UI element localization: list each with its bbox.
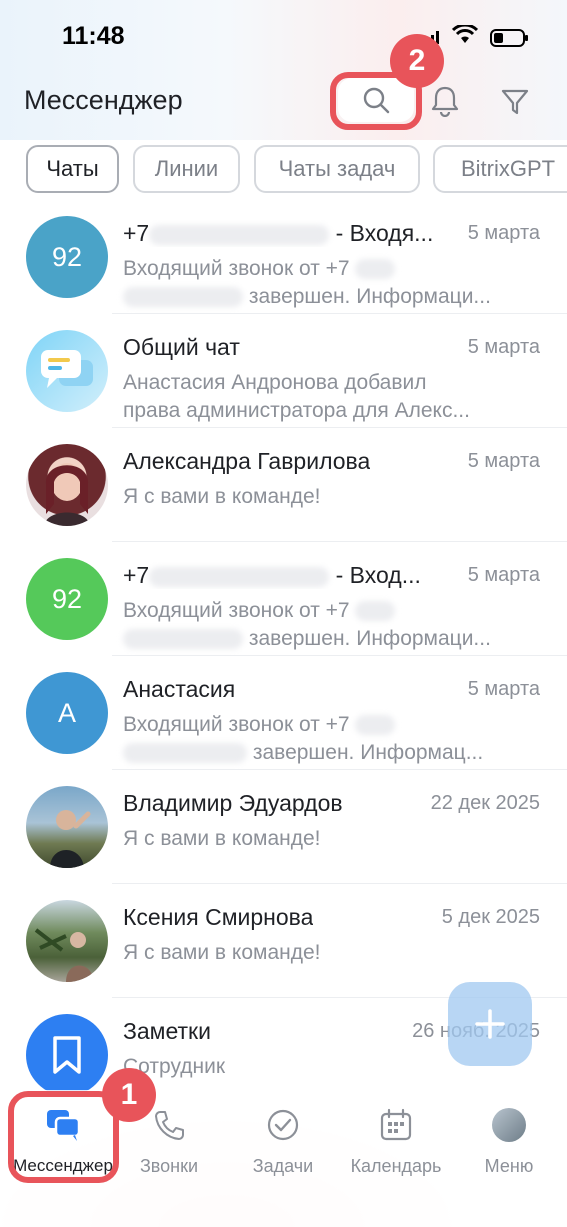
chat-row[interactable]: Общий чат 5 марта Анастасия Андронова до… [0, 314, 567, 428]
chat-preview: Входящий звонок от +7 завершен. Информац… [123, 599, 491, 650]
chat-date: 5 марта [467, 336, 540, 358]
chat-preview: Я с вами в команде! [123, 941, 321, 964]
chat-date: 5 марта [467, 450, 540, 472]
chat-date: 5 марта [467, 222, 540, 244]
bookmark-icon [53, 1036, 81, 1074]
annotation-badge-2: 2 [390, 34, 444, 88]
chat-name: Александра Гаврилова [123, 448, 371, 474]
chat-name: Ксения Смирнова [123, 904, 314, 930]
chat-row[interactable]: Александра Гаврилова 5 марта Я с вами в … [0, 428, 567, 542]
nav-calendar[interactable]: Календарь [341, 1102, 451, 1182]
chat-name: Анастасия [123, 676, 236, 702]
nav-tasks[interactable]: Задачи [228, 1102, 338, 1182]
annotation-badge-1: 1 [102, 1068, 156, 1122]
tab-chats[interactable]: Чаты [26, 145, 119, 193]
chat-date: 5 марта [467, 564, 540, 586]
header: Мессенджер [0, 70, 567, 135]
wifi-icon [452, 25, 478, 43]
calendar-icon [380, 1108, 412, 1141]
nav-label: Меню [484, 1156, 534, 1176]
bell-icon[interactable] [430, 85, 460, 117]
status-time: 11:48 [62, 22, 125, 50]
phone-icon [155, 1111, 184, 1140]
chat-name: Владимир Эдуардов [123, 790, 343, 816]
new-chat-button[interactable] [448, 982, 532, 1066]
avatar: А [26, 672, 108, 754]
avatar [26, 900, 108, 982]
chat-preview: Анастасия Андронова добавил права админис… [123, 371, 470, 422]
filter-icon[interactable] [500, 87, 530, 117]
chat-row[interactable]: Ксения Смирнова 5 дек 2025 Я с вами в ко… [0, 884, 567, 998]
avatar [26, 444, 108, 526]
nav-menu[interactable]: Меню [454, 1102, 564, 1182]
user-photo-icon [44, 463, 90, 526]
chat-date: 5 марта [467, 678, 540, 700]
status-bar: 11:48 [0, 0, 567, 70]
chat-date: 22 дек 2025 [430, 792, 540, 814]
user-photo-icon [34, 928, 94, 982]
chat-name: Общий чат [123, 334, 240, 360]
plus-icon [475, 1009, 505, 1039]
filter-tabs: Чаты Линии Чаты задач BitrixGPT [0, 145, 567, 195]
avatar [26, 786, 108, 868]
battery-icon [490, 29, 528, 47]
chat-name: +7 - Входя... [123, 220, 434, 246]
chat-preview: Входящий звонок от +7 завершен. Информац… [123, 713, 484, 764]
avatar: 92 [26, 216, 108, 298]
chat-bubbles-icon [41, 350, 93, 388]
user-photo-icon [50, 810, 91, 868]
chat-date: 5 дек 2025 [441, 906, 540, 928]
chat-name: Заметки [123, 1018, 211, 1044]
chat-row[interactable]: А Анастасия 5 марта Входящий звонок от +… [0, 656, 567, 770]
tab-bitrixgpt[interactable]: BitrixGPT [433, 145, 567, 193]
chat-preview: Входящий звонок от +7 завершен. Информац… [123, 257, 491, 308]
nav-label: Звонки [139, 1156, 199, 1176]
chat-name: +7 - Вход... [123, 562, 421, 588]
avatar: 92 [26, 558, 108, 640]
chat-preview: Я с вами в команде! [123, 485, 321, 508]
avatar [26, 1014, 108, 1096]
check-circle-icon [267, 1109, 299, 1141]
avatar-icon [492, 1108, 526, 1142]
nav-label: Задачи [252, 1156, 314, 1176]
tab-task-chats[interactable]: Чаты задач [254, 145, 420, 193]
chat-row[interactable]: 92 +7 - Вход... 5 марта Входящий звонок … [0, 542, 567, 656]
chat-row[interactable]: Владимир Эдуардов 22 дек 2025 Я с вами в… [0, 770, 567, 884]
page-title: Мессенджер [24, 85, 183, 115]
nav-label: Календарь [350, 1156, 442, 1176]
tab-lines[interactable]: Линии [133, 145, 240, 193]
messenger-highlight [8, 1091, 119, 1183]
chat-row[interactable]: 92 +7 - Входя... 5 марта Входящий звонок… [0, 200, 567, 314]
chat-preview: Я с вами в команде! [123, 827, 321, 850]
avatar [26, 330, 108, 412]
